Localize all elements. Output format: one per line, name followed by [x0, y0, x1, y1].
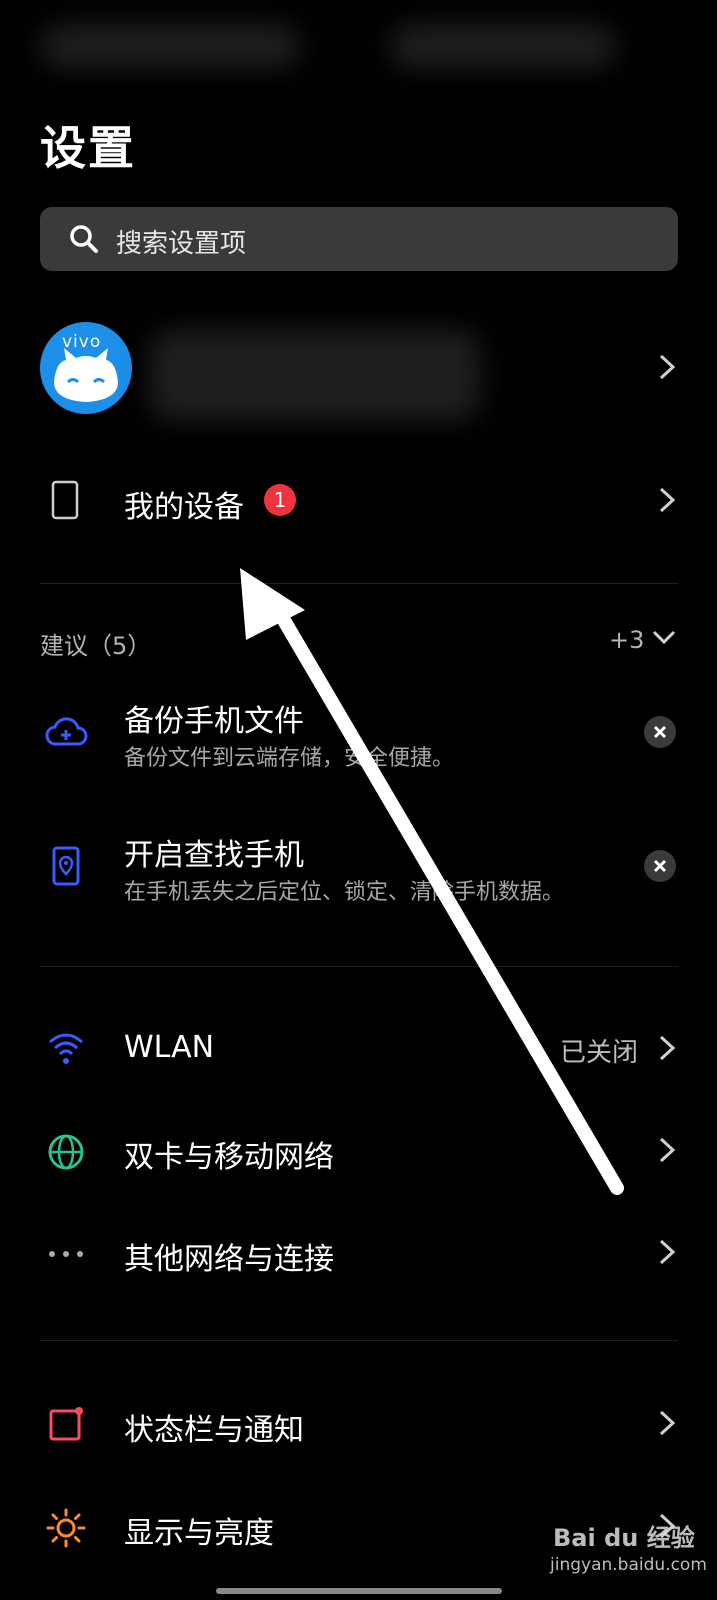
brightness-icon — [46, 1508, 86, 1548]
chevron-down-icon — [652, 630, 676, 645]
notification-badge: 1 — [264, 484, 296, 516]
suggestion-title: 备份手机文件 — [124, 704, 304, 739]
wlan-row[interactable]: WLAN 已关闭 — [0, 1010, 717, 1090]
account-name-blurred — [150, 330, 480, 420]
globe-icon — [48, 1134, 84, 1170]
my-device-label: 我的设备 — [124, 490, 244, 525]
close-icon — [653, 859, 667, 873]
divider — [40, 1340, 678, 1341]
chevron-right-icon — [659, 487, 676, 513]
chevron-right-icon — [659, 1239, 676, 1265]
phone-icon — [51, 480, 79, 520]
phone-locate-icon — [52, 846, 80, 886]
account-row[interactable]: vivo — [0, 300, 717, 435]
chevron-right-icon — [659, 1410, 676, 1436]
chevron-right-icon — [659, 354, 676, 380]
suggestion-desc: 备份文件到云端存储，安全便捷。 — [124, 746, 455, 771]
chevron-right-icon — [659, 1035, 676, 1061]
chevron-right-icon — [659, 1137, 676, 1163]
suggestion-item[interactable]: 备份手机文件 备份文件到云端存储，安全便捷。 — [0, 690, 717, 790]
search-icon — [70, 225, 98, 253]
display-brightness-label: 显示与亮度 — [124, 1516, 274, 1551]
suggestions-expand[interactable]: +3 — [600, 616, 680, 656]
search-input[interactable]: 搜索设置项 — [116, 223, 246, 260]
cloud-upload-icon — [45, 717, 88, 746]
status-bar-left — [40, 24, 300, 68]
suggestion-item[interactable]: 开启查找手机 在手机丢失之后定位、锁定、清除手机数据。 — [0, 824, 717, 924]
wifi-icon — [49, 1033, 83, 1064]
dual-sim-row[interactable]: 双卡与移动网络 — [0, 1112, 717, 1192]
avatar: vivo — [40, 322, 132, 414]
dismiss-button[interactable] — [644, 716, 676, 748]
page-title: 设置 — [40, 121, 136, 175]
more-dots-icon — [49, 1251, 83, 1257]
watermark-brand: Bai du 经验 — [553, 1524, 695, 1552]
divider — [40, 966, 678, 967]
divider — [40, 583, 678, 584]
status-bar-right — [390, 24, 616, 68]
mascot-icon — [54, 348, 118, 402]
other-networks-label: 其他网络与连接 — [124, 1242, 334, 1277]
wlan-status: 已关闭 — [560, 1038, 639, 1068]
other-networks-row[interactable]: 其他网络与连接 — [0, 1214, 717, 1294]
close-icon — [653, 725, 667, 739]
status-bar-notifications-row[interactable]: 状态栏与通知 — [0, 1385, 717, 1465]
suggestion-title: 开启查找手机 — [124, 838, 304, 873]
my-device-row[interactable]: 我的设备 1 — [0, 460, 717, 540]
dismiss-button[interactable] — [644, 850, 676, 882]
wlan-label: WLAN — [124, 1030, 215, 1065]
suggestions-more-count: +3 — [609, 626, 645, 654]
status-bar-notifications-label: 状态栏与通知 — [124, 1413, 304, 1448]
watermark-url: jingyan.baidu.com — [550, 1555, 707, 1575]
search-bar[interactable]: 搜索设置项 — [40, 207, 678, 271]
notification-icon — [49, 1407, 83, 1441]
dual-sim-label: 双卡与移动网络 — [124, 1140, 334, 1175]
suggestions-title: 建议（5） — [40, 632, 152, 660]
home-indicator[interactable] — [216, 1588, 502, 1594]
suggestion-desc: 在手机丢失之后定位、锁定、清除手机数据。 — [124, 880, 565, 905]
